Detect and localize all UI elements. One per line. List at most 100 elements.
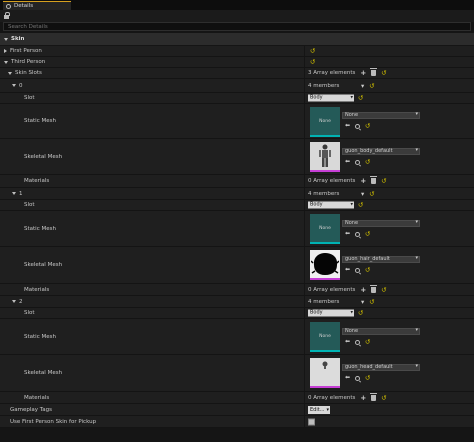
asset-picker[interactable]: None xyxy=(342,112,420,119)
row-static-mesh: Static Mesh None None ⬅ ↺ xyxy=(0,104,474,139)
reset-icon[interactable]: ↺ xyxy=(358,310,363,317)
materials-label: Materials xyxy=(24,286,50,293)
chevron-down-icon[interactable]: ▾ xyxy=(361,298,364,305)
add-element-icon[interactable]: + xyxy=(360,394,366,401)
row-use-first-person: Use First Person Skin for Pickup xyxy=(0,416,474,428)
asset-picker[interactable]: None xyxy=(342,328,420,335)
edit-tags-button[interactable]: Edit... xyxy=(308,405,330,414)
trash-icon[interactable] xyxy=(370,284,378,293)
static-mesh-label: Static Mesh xyxy=(24,333,56,340)
asset-thumbnail[interactable]: None xyxy=(310,107,340,137)
search-icon[interactable] xyxy=(355,231,361,237)
asset-picker[interactable]: guon_head_default xyxy=(342,364,420,371)
add-element-icon[interactable]: + xyxy=(360,70,366,77)
lock-icon[interactable] xyxy=(4,12,10,19)
reset-icon[interactable]: ↺ xyxy=(381,286,386,293)
reset-icon[interactable]: ↺ xyxy=(310,59,315,66)
details-icon xyxy=(6,3,11,9)
tab-details[interactable]: Details xyxy=(3,1,71,10)
row-skin-slots: Skin Slots 3 Array elements + ↺ xyxy=(0,68,474,79)
category-skin[interactable]: Skin xyxy=(0,33,474,45)
members-count: 4 members xyxy=(308,298,340,305)
expand-arrow-icon[interactable] xyxy=(12,84,16,87)
add-element-icon[interactable]: + xyxy=(360,286,366,293)
asset-thumbnail[interactable]: None xyxy=(310,214,340,244)
chevron-down-icon[interactable]: ▾ xyxy=(361,82,364,89)
reset-icon[interactable]: ↺ xyxy=(369,298,374,305)
trash-icon[interactable] xyxy=(370,68,378,76)
element-index: 0 xyxy=(19,82,23,89)
element-index: 2 xyxy=(19,298,23,305)
asset-thumbnail[interactable] xyxy=(310,142,340,172)
reset-icon[interactable]: ↺ xyxy=(365,123,370,130)
asset-picker[interactable]: None xyxy=(342,220,420,227)
reset-icon[interactable]: ↺ xyxy=(365,339,370,346)
expand-arrow-icon[interactable] xyxy=(12,300,16,303)
use-selected-icon[interactable]: ⬅ xyxy=(345,339,350,345)
third-person-label: Third Person xyxy=(11,59,46,65)
static-mesh-label: Static Mesh xyxy=(24,118,56,124)
search-icon[interactable] xyxy=(355,159,361,165)
row-gameplay-tags: Gameplay Tags Edit... xyxy=(0,404,474,416)
asset-thumbnail[interactable]: None xyxy=(310,322,340,352)
chevron-down-icon[interactable]: ▾ xyxy=(361,190,364,197)
hair-mesh-icon xyxy=(311,253,339,275)
reset-icon[interactable]: ↺ xyxy=(369,190,374,197)
reset-icon[interactable]: ↺ xyxy=(365,231,370,238)
use-selected-icon[interactable]: ⬅ xyxy=(345,267,350,273)
reset-icon[interactable]: ↺ xyxy=(369,82,374,89)
reset-icon[interactable]: ↺ xyxy=(365,267,370,274)
element-header-2: 2 4 members ▾ ↺ xyxy=(0,296,474,308)
use-selected-icon[interactable]: ⬅ xyxy=(345,375,350,381)
slot-dropdown[interactable]: Body xyxy=(308,201,354,209)
trash-icon[interactable] xyxy=(370,176,378,184)
trash-icon[interactable] xyxy=(370,392,378,401)
array-count: 0 Array elements xyxy=(308,178,356,184)
head-mesh-icon xyxy=(322,361,328,369)
expand-arrow-icon[interactable] xyxy=(4,60,8,64)
materials-label: Materials xyxy=(24,394,50,401)
search-icon[interactable] xyxy=(355,339,361,345)
character-icon xyxy=(319,144,331,167)
collapsed-arrow-icon[interactable] xyxy=(4,49,7,53)
search-icon[interactable] xyxy=(355,123,361,129)
row-slot: Slot Body ↺ xyxy=(0,200,474,211)
slot-dropdown[interactable]: Body xyxy=(308,94,354,102)
toolbar xyxy=(0,10,474,22)
asset-thumbnail[interactable] xyxy=(310,250,340,280)
element-index: 1 xyxy=(19,190,23,197)
reset-icon[interactable]: ↺ xyxy=(381,70,386,77)
search-input[interactable] xyxy=(3,22,471,31)
search-icon[interactable] xyxy=(355,267,361,273)
reset-icon[interactable]: ↺ xyxy=(365,159,370,166)
use-selected-icon[interactable]: ⬅ xyxy=(345,231,350,237)
gameplay-tags-label: Gameplay Tags xyxy=(10,406,52,413)
skin-slots-label: Skin Slots xyxy=(15,70,42,76)
tab-bar: Details xyxy=(0,0,474,10)
use-first-person-label: Use First Person Skin for Pickup xyxy=(10,418,97,425)
expand-arrow-icon[interactable] xyxy=(12,192,16,195)
skeletal-mesh-label: Skeletal Mesh xyxy=(24,370,63,376)
use-first-person-checkbox[interactable] xyxy=(308,418,315,425)
reset-icon[interactable]: ↺ xyxy=(310,48,315,55)
use-selected-icon[interactable]: ⬅ xyxy=(345,159,350,165)
reset-icon[interactable]: ↺ xyxy=(381,178,386,185)
slot-label: Slot xyxy=(24,95,35,101)
slot-label: Slot xyxy=(24,202,35,208)
expand-arrow-icon[interactable] xyxy=(4,37,8,41)
expand-arrow-icon[interactable] xyxy=(8,71,12,75)
reset-icon[interactable]: ↺ xyxy=(365,375,370,382)
asset-picker[interactable]: guon_hair_default xyxy=(342,256,420,263)
static-mesh-label: Static Mesh xyxy=(24,225,56,232)
add-element-icon[interactable]: + xyxy=(360,178,366,185)
use-selected-icon[interactable]: ⬅ xyxy=(345,123,350,129)
reset-icon[interactable]: ↺ xyxy=(358,95,363,102)
search-icon[interactable] xyxy=(355,375,361,381)
reset-icon[interactable]: ↺ xyxy=(358,202,363,209)
asset-picker[interactable]: guon_body_default xyxy=(342,148,420,155)
reset-icon[interactable]: ↺ xyxy=(381,394,386,401)
array-count: 0 Array elements xyxy=(308,394,356,401)
slot-dropdown[interactable]: Body xyxy=(308,309,354,317)
row-materials: Materials 0 Array elements + ↺ xyxy=(0,284,474,296)
asset-thumbnail[interactable] xyxy=(310,358,340,388)
